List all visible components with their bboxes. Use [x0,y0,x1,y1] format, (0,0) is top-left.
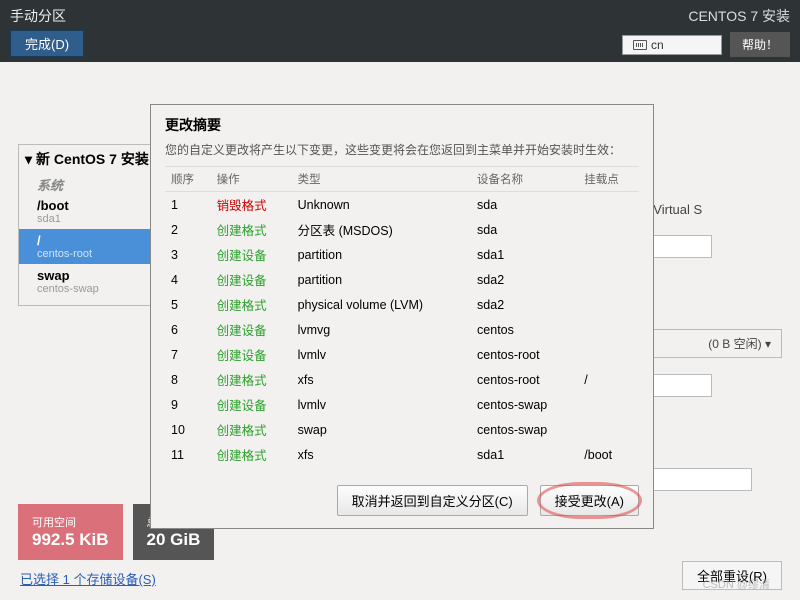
cell-device: centos-root [471,367,578,392]
cell-op: 创建设备 [211,342,292,367]
cell-mount [578,342,639,367]
table-row[interactable]: 5创建格式physical volume (LVM)sda2 [165,292,639,317]
cell-device: sda1 [471,242,578,267]
product-name: CENTOS 7 安装 [688,6,790,26]
cell-type: partition [292,267,471,292]
cell-type: partition [292,242,471,267]
table-row[interactable]: 11创建格式xfssda1/boot [165,442,639,467]
cell-order: 1 [165,192,211,218]
cell-type: xfs [292,367,471,392]
cell-op: 创建格式 [211,442,292,467]
page-title: 手动分区 [10,6,84,26]
table-row[interactable]: 3创建设备partitionsda1 [165,242,639,267]
changes-summary-dialog: 更改摘要 您的自定义更改将产生以下变更，这些变更将会在您返回到主菜单并开始安装时… [150,104,654,529]
cell-op: 创建格式 [211,417,292,442]
cell-type: Unknown [292,192,471,218]
cell-order: 4 [165,267,211,292]
col-type[interactable]: 类型 [292,167,471,192]
cell-type: lvmlv [292,392,471,417]
install-title: 新 CentOS 7 安装 [36,149,149,169]
cell-device: sda2 [471,292,578,317]
cell-device: sda2 [471,267,578,292]
cell-type: 分区表 (MSDOS) [292,217,471,242]
cell-op: 创建格式 [211,217,292,242]
cell-op: 创建格式 [211,367,292,392]
cell-type: xfs [292,442,471,467]
cell-order: 2 [165,217,211,242]
table-row[interactable]: 6创建设备lvmvgcentos [165,317,639,342]
cell-mount: /boot [578,442,639,467]
cell-device: centos [471,317,578,342]
done-button[interactable]: 完成(D) [10,30,84,57]
cell-mount [578,192,639,218]
dialog-title: 更改摘要 [165,115,639,135]
vg-info: (0 B 空闲) ▾ [708,335,771,352]
cell-op: 创建设备 [211,392,292,417]
available-value: 992.5 KiB [32,530,109,550]
cell-mount [578,242,639,267]
table-row[interactable]: 1销毁格式Unknownsda [165,192,639,218]
cell-mount [578,217,639,242]
table-row[interactable]: 10创建格式swapcentos-swap [165,417,639,442]
cell-op: 创建设备 [211,267,292,292]
col-order[interactable]: 顺序 [165,167,211,192]
cell-device: centos-root [471,342,578,367]
cancel-return-button[interactable]: 取消并返回到自定义分区(C) [337,485,528,516]
storage-devices-link[interactable]: 已选择 1 个存储设备(S) [20,569,156,588]
cell-mount [578,317,639,342]
available-space-box: 可用空间 992.5 KiB [18,504,123,560]
cell-type: swap [292,417,471,442]
table-row[interactable]: 7创建设备lvmlvcentos-root [165,342,639,367]
changes-table: 顺序 操作 类型 设备名称 挂载点 1销毁格式Unknownsda2创建格式分区… [165,166,639,467]
cell-order: 10 [165,417,211,442]
table-row[interactable]: 9创建设备lvmlvcentos-swap [165,392,639,417]
cell-mount [578,292,639,317]
cell-op: 创建设备 [211,242,292,267]
watermark: CSDN @缪清 [703,576,770,592]
cell-device: sda1 [471,442,578,467]
cell-op: 销毁格式 [211,192,292,218]
accept-label: 接受更改(A) [555,494,624,509]
help-button[interactable]: 帮助！ [730,32,790,57]
total-value: 20 GiB [147,530,201,550]
table-row[interactable]: 4创建设备partitionsda2 [165,267,639,292]
keyboard-layout: cn [651,38,664,52]
cell-order: 6 [165,317,211,342]
cell-device: sda [471,192,578,218]
table-row[interactable]: 8创建格式xfscentos-root/ [165,367,639,392]
keyboard-icon [633,40,647,50]
cell-order: 7 [165,342,211,367]
keyboard-indicator[interactable]: cn [622,35,722,55]
accept-changes-button[interactable]: 接受更改(A) [540,485,639,516]
cell-mount [578,392,639,417]
cell-device: sda [471,217,578,242]
cell-device: centos-swap [471,392,578,417]
cell-mount [578,267,639,292]
cell-type: physical volume (LVM) [292,292,471,317]
cell-type: lvmvg [292,317,471,342]
cell-order: 9 [165,392,211,417]
cell-mount: / [578,367,639,392]
cell-order: 3 [165,242,211,267]
cell-device: centos-swap [471,417,578,442]
cell-mount [578,417,639,442]
col-device[interactable]: 设备名称 [471,167,578,192]
dialog-description: 您的自定义更改将产生以下变更，这些变更将会在您返回到主菜单并开始安装时生效： [165,141,639,158]
cell-order: 5 [165,292,211,317]
table-row[interactable]: 2创建格式分区表 (MSDOS)sda [165,217,639,242]
cell-order: 8 [165,367,211,392]
cell-op: 创建设备 [211,317,292,342]
col-op[interactable]: 操作 [211,167,292,192]
cell-type: lvmlv [292,342,471,367]
cell-order: 11 [165,442,211,467]
col-mount[interactable]: 挂载点 [578,167,639,192]
cell-op: 创建格式 [211,292,292,317]
available-label: 可用空间 [32,514,109,530]
chevron-down-icon: ▾ [25,151,32,168]
